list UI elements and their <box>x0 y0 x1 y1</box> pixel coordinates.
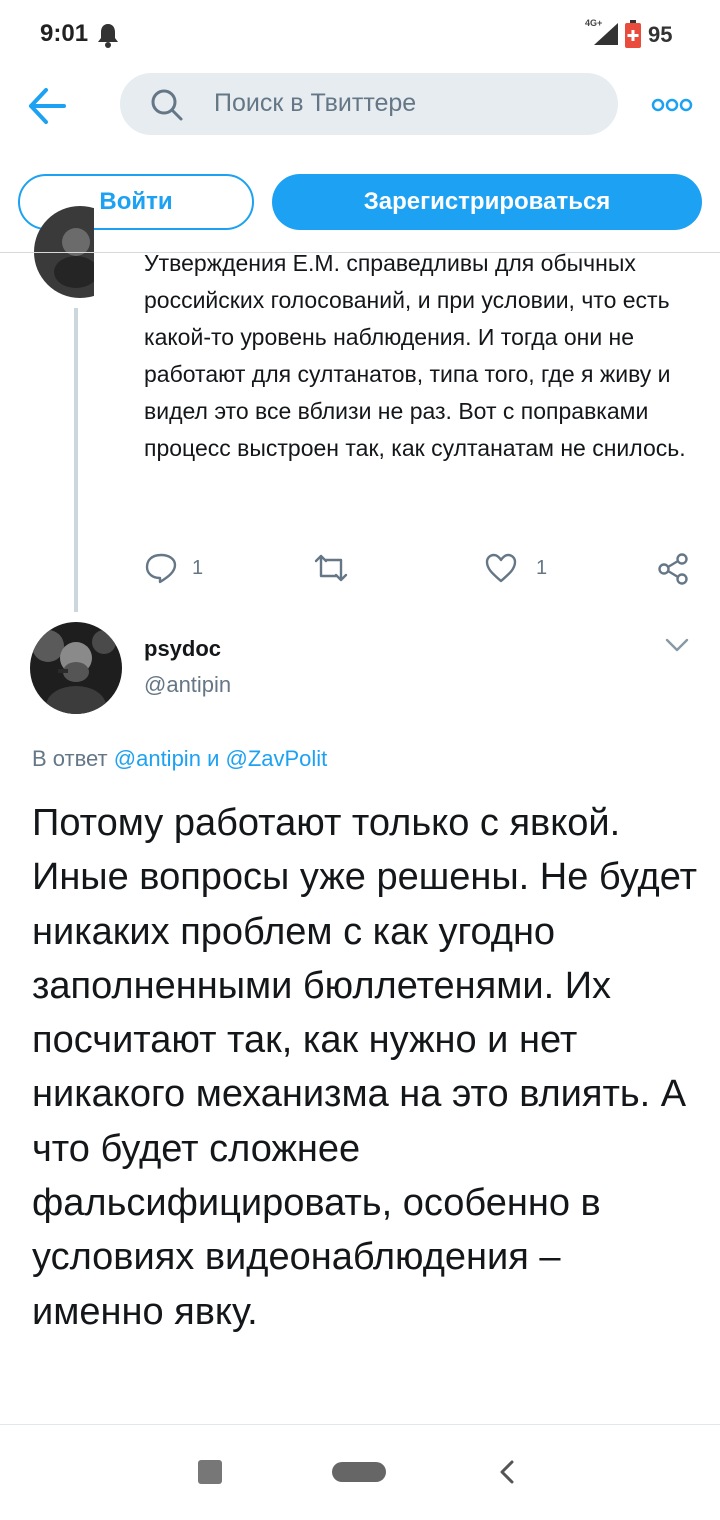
share-icon[interactable] <box>656 552 690 586</box>
tweet-text: Потому работают только с явкой. Иные воп… <box>32 802 697 1333</box>
back-nav-icon[interactable] <box>494 1458 522 1486</box>
header-divider <box>0 252 720 253</box>
avatar[interactable] <box>30 622 122 714</box>
search-input[interactable]: Поиск в Твиттере <box>120 73 618 135</box>
reply-icon[interactable] <box>144 552 178 584</box>
retweet-icon[interactable] <box>312 552 350 584</box>
signup-button[interactable]: Зарегистрироваться <box>272 174 702 230</box>
reply-count: 1 <box>192 557 204 579</box>
back-arrow-icon[interactable] <box>26 86 66 126</box>
recent-apps-button[interactable] <box>198 1460 222 1484</box>
reply-user-link[interactable]: @ZavPolit <box>225 746 327 771</box>
like-icon[interactable] <box>484 552 518 584</box>
search-placeholder: Поиск в Твиттере <box>214 89 417 117</box>
author-name[interactable]: psydoc <box>144 636 221 662</box>
reply-context: В ответ @antipin и @ZavPolit <box>32 746 327 772</box>
status-time: 9:01 <box>40 20 89 47</box>
tweet-text: Утверждения Е.М. справедливы для обычных… <box>144 250 686 461</box>
battery-percent: 95 <box>648 22 673 47</box>
reply-prefix: В ответ <box>32 746 108 771</box>
bell-icon <box>98 24 118 48</box>
signal-icon <box>594 23 618 45</box>
more-icon[interactable] <box>650 92 694 118</box>
reply-conjunction: и <box>207 746 220 771</box>
nav-divider <box>0 1424 720 1425</box>
avatar[interactable] <box>32 200 94 298</box>
author-handle[interactable]: @antipin <box>144 672 231 698</box>
home-button[interactable] <box>332 1462 386 1482</box>
battery-icon <box>625 20 641 48</box>
like-count: 1 <box>536 557 548 579</box>
search-icon <box>151 89 183 121</box>
status-bar: 9:01 4G+ 95 <box>0 0 720 70</box>
reply-user-link[interactable]: @antipin <box>114 746 201 771</box>
tweet-actions: 1 1 <box>0 552 720 592</box>
chevron-down-icon[interactable] <box>664 636 690 654</box>
